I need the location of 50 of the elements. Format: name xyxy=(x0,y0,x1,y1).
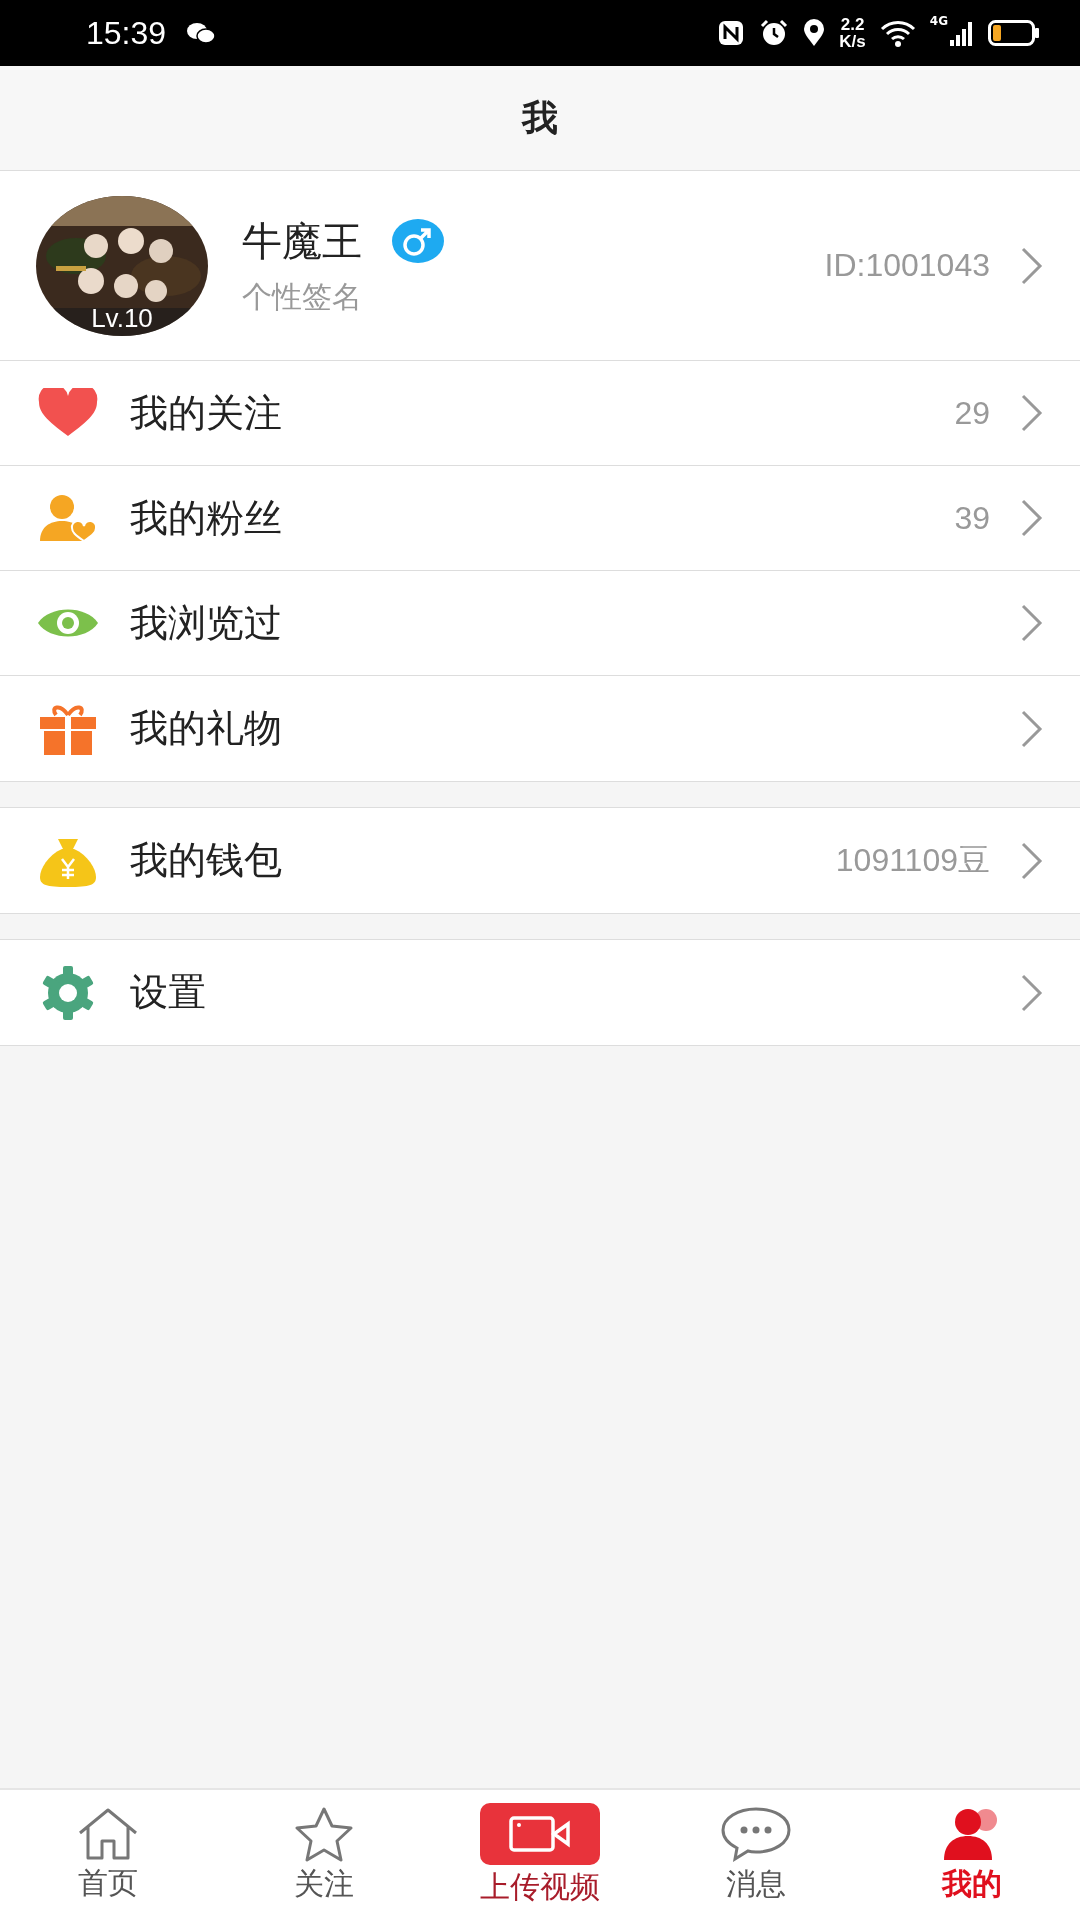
chevron-icon xyxy=(1020,498,1044,538)
signal-icon xyxy=(950,20,974,46)
page-title: 我 xyxy=(522,95,558,140)
location-icon xyxy=(803,19,826,47)
home-icon xyxy=(76,1806,140,1861)
wifi-icon xyxy=(879,19,916,47)
chevron-icon xyxy=(1020,708,1044,749)
battery-icon xyxy=(988,20,1040,46)
menu-row[interactable]: 我的粉丝 39 xyxy=(0,466,1080,571)
alarm-icon xyxy=(759,19,790,47)
person-heart-icon xyxy=(38,493,98,543)
menu-value: 1091109豆 xyxy=(835,840,990,880)
menu-row[interactable]: 设置 xyxy=(0,940,1080,1045)
menu-row[interactable]: 我浏览过 xyxy=(0,571,1080,676)
chat-icon xyxy=(720,1805,792,1862)
menu-label: 我浏览过 xyxy=(130,599,282,647)
tab-item[interactable]: 关注 xyxy=(216,1790,432,1920)
menu-value: 39 xyxy=(954,499,990,537)
menu-row[interactable]: 我的关注 29 xyxy=(0,361,1080,466)
menu-label: 我的礼物 xyxy=(130,705,282,752)
network-type: 4G xyxy=(929,14,948,28)
male-icon xyxy=(392,219,444,263)
nfc-icon xyxy=(717,19,746,47)
profile-card[interactable]: Lv.10 牛魔王 个性签名 ID:1001043 xyxy=(0,171,1080,361)
menu-label: 设置 xyxy=(130,969,206,1016)
video-camera-icon xyxy=(480,1802,600,1865)
menu-row[interactable]: 我的礼物 xyxy=(0,676,1080,781)
menu-label: 我的钱包 xyxy=(130,837,282,884)
status-time: 15:39 xyxy=(86,14,167,52)
signature-text: 个性签名 xyxy=(242,277,363,316)
chat-bubbles-icon xyxy=(186,21,217,45)
chevron-icon xyxy=(1020,972,1044,1013)
menu-label: 我的关注 xyxy=(130,389,282,437)
menu-label: 我的粉丝 xyxy=(130,494,282,542)
chevron-icon xyxy=(1020,393,1044,433)
user-id: ID:1001043 xyxy=(824,247,990,284)
chevron-icon xyxy=(1020,603,1044,643)
heart-icon xyxy=(38,388,98,438)
menu-value: 29 xyxy=(954,394,990,432)
user-name: 牛魔王 xyxy=(242,216,362,266)
tab-item[interactable]: 我的 xyxy=(864,1790,1080,1920)
tab-item[interactable]: 消息 xyxy=(648,1790,864,1920)
chevron-icon xyxy=(1020,840,1044,881)
level-label: Lv.10 xyxy=(90,302,154,334)
network-speed: 2.2 K/s xyxy=(839,16,866,50)
tab-item[interactable]: 首页 xyxy=(0,1790,216,1920)
gift-icon xyxy=(38,702,98,755)
menu-row[interactable]: 我的钱包 1091109豆 xyxy=(0,808,1080,913)
chevron-icon xyxy=(1020,245,1044,286)
tab-item[interactable]: 上传视频 xyxy=(432,1790,648,1920)
